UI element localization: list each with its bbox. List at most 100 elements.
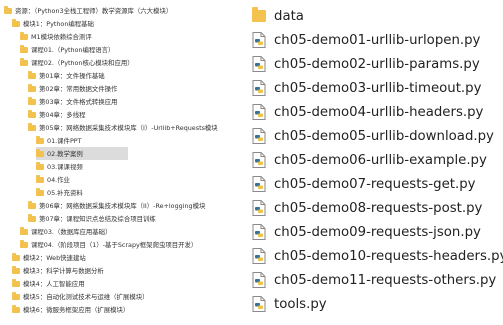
tree-item-selected[interactable]: 02.教学案例 <box>36 147 128 160</box>
tree-item-label: 课程01.（Python编程语言） <box>31 46 115 54</box>
tree-item-label: 01.课件PPT <box>47 137 82 145</box>
tree-item-label: 04.作业 <box>47 176 70 184</box>
folder-icon <box>12 253 20 261</box>
tree-item[interactable]: 模块1：Python编程基础 <box>12 17 94 30</box>
tree-item[interactable]: 04.作业 <box>36 173 70 186</box>
tree-item[interactable]: 课程01.（Python编程语言） <box>20 43 114 56</box>
tree-item[interactable]: 05.补充资料 <box>36 186 83 199</box>
tree-item-label: 02.教学案例 <box>47 150 83 158</box>
folder-icon <box>28 97 36 105</box>
tree-item-label: 03.课课视频 <box>47 163 83 171</box>
file-name: ch05-demo04-urllib-headers.py <box>274 104 484 120</box>
tree-item[interactable]: 课程03.（数据库应用基础） <box>20 225 111 238</box>
tree-item[interactable]: 第06章：网络数据采集技术模块库（II）-Re+logging模块 <box>28 199 205 212</box>
file-list: data ch05-demo01-urllib-urlopen.py ch05-… <box>252 0 503 325</box>
file-item[interactable]: ch05-demo11-requests-others.py <box>252 268 496 292</box>
folder-icon <box>12 292 20 300</box>
folder-icon <box>28 123 36 131</box>
folder-icon <box>28 71 36 79</box>
folder-icon <box>20 45 28 53</box>
folder-icon <box>36 136 44 144</box>
file-name: ch05-demo01-urllib-urlopen.py <box>274 32 481 48</box>
file-item[interactable]: ch05-demo09-requests-json.py <box>252 220 481 244</box>
folder-icon <box>28 201 36 209</box>
folder-tree: 资源：（Python3全栈工程师）教学资源库（六大模块） 模块1：Python编… <box>0 0 240 325</box>
file-name: ch05-demo10-requests-headers.py <box>274 248 503 264</box>
python-file-icon <box>252 152 266 168</box>
folder-icon <box>28 84 36 92</box>
folder-icon <box>12 279 20 287</box>
folder-icon <box>36 188 44 196</box>
file-item[interactable]: ch05-demo06-urllib-example.py <box>252 148 487 172</box>
tree-item[interactable]: 01.课件PPT <box>36 134 82 147</box>
python-file-icon <box>252 176 266 192</box>
folder-icon <box>28 214 36 222</box>
tree-item-label: 课程02.（Python核心模块和应用） <box>31 59 134 67</box>
file-item[interactable]: ch05-demo02-urllib-params.py <box>252 52 480 76</box>
folder-icon <box>36 149 44 157</box>
python-file-icon <box>252 296 266 312</box>
tree-item-label: 第01章：文件操作基础 <box>39 72 105 80</box>
tree-item[interactable]: 模块5：自动化测试技术与运维（扩展模块） <box>12 290 149 303</box>
tree-item-label: M1模块依赖综合测评 <box>31 33 92 41</box>
tree-item-label: 课程04.（阶段项目（1）-基于Scrapy框架爬虫项目开发） <box>31 241 198 249</box>
file-item[interactable]: ch05-demo04-urllib-headers.py <box>252 100 483 124</box>
file-name: tools.py <box>274 296 327 312</box>
tree-item[interactable]: 第07章：课程知识点总结及综合项目训练 <box>28 212 156 225</box>
tree-item[interactable]: 课程02.（Python核心模块和应用） <box>20 56 134 69</box>
file-name: ch05-demo09-requests-json.py <box>274 224 481 240</box>
tree-item[interactable]: 第05章：网络数据采集技术模块库（I）-Urllib+Requests模块 <box>28 121 218 134</box>
file-name: data <box>274 8 304 24</box>
tree-item[interactable]: 资源：（Python3全栈工程师）教学资源库（六大模块） <box>4 4 172 17</box>
python-file-icon <box>252 80 266 96</box>
python-file-icon <box>252 128 266 144</box>
tree-item-label: 第06章：网络数据采集技术模块库（II）-Re+logging模块 <box>39 202 206 210</box>
tree-item[interactable]: 第03章：文件格式转换应用 <box>28 95 117 108</box>
tree-item-label: 第07章：课程知识点总结及综合项目训练 <box>39 215 156 223</box>
folder-icon <box>252 7 266 22</box>
tree-item-label: 课程03.（数据库应用基础） <box>31 228 112 236</box>
folder-icon <box>20 240 28 248</box>
tree-item[interactable]: 03.课课视频 <box>36 160 83 173</box>
tree-item-label: 模块2：Web快速建站 <box>23 254 86 262</box>
folder-icon <box>12 266 20 274</box>
tree-item[interactable]: M1模块依赖综合测评 <box>20 30 92 43</box>
tree-item[interactable]: 第01章：文件操作基础 <box>28 69 105 82</box>
tree-item-label: 模块6：微服务框架应用（扩展模块） <box>23 306 130 314</box>
file-item[interactable]: ch05-demo03-urllib-timeout.py <box>252 76 481 100</box>
file-item[interactable]: ch05-demo05-urllib-download.py <box>252 124 494 148</box>
tree-item[interactable]: 模块2：Web快速建站 <box>12 251 86 264</box>
folder-icon <box>20 227 28 235</box>
folder-icon <box>20 32 28 40</box>
file-item[interactable]: ch05-demo07-requests-get.py <box>252 172 476 196</box>
tree-item[interactable]: 第02章：常用数据文件操作 <box>28 82 117 95</box>
file-name: ch05-demo11-requests-others.py <box>274 272 497 288</box>
folder-icon <box>20 58 28 66</box>
file-name: ch05-demo02-urllib-params.py <box>274 56 480 72</box>
python-file-icon <box>252 56 266 72</box>
file-item[interactable]: ch05-demo10-requests-headers.py <box>252 244 503 268</box>
folder-icon <box>36 162 44 170</box>
folder-icon <box>36 175 44 183</box>
folder-icon <box>12 19 20 27</box>
tree-item[interactable]: 第04章：多线程 <box>28 108 85 121</box>
tree-item-label: 模块4：人工智能应用 <box>23 280 85 288</box>
file-item-folder[interactable]: data <box>252 4 304 28</box>
file-name: ch05-demo08-requests-post.py <box>274 200 483 216</box>
file-item[interactable]: tools.py <box>252 292 327 316</box>
file-item[interactable]: ch05-demo08-requests-post.py <box>252 196 482 220</box>
tree-item-label: 资源：（Python3全栈工程师）教学资源库（六大模块） <box>15 7 173 15</box>
tree-item-label: 模块5：自动化测试技术与运维（扩展模块） <box>23 293 149 301</box>
python-file-icon <box>252 272 266 288</box>
file-name: ch05-demo06-urllib-example.py <box>274 152 487 168</box>
folder-icon <box>12 305 20 313</box>
tree-item[interactable]: 课程04.（阶段项目（1）-基于Scrapy框架爬虫项目开发） <box>20 238 197 251</box>
tree-item[interactable]: 模块6：微服务框架应用（扩展模块） <box>12 303 129 316</box>
file-name: ch05-demo03-urllib-timeout.py <box>274 80 482 96</box>
python-file-icon <box>252 248 266 264</box>
tree-item[interactable]: 模块4：人工智能应用 <box>12 277 85 290</box>
tree-item-label: 第02章：常用数据文件操作 <box>39 85 118 93</box>
tree-item-label: 第04章：多线程 <box>39 111 86 119</box>
file-item[interactable]: ch05-demo01-urllib-urlopen.py <box>252 28 480 52</box>
tree-item[interactable]: 模块3：科学计算与数据分析 <box>12 264 104 277</box>
